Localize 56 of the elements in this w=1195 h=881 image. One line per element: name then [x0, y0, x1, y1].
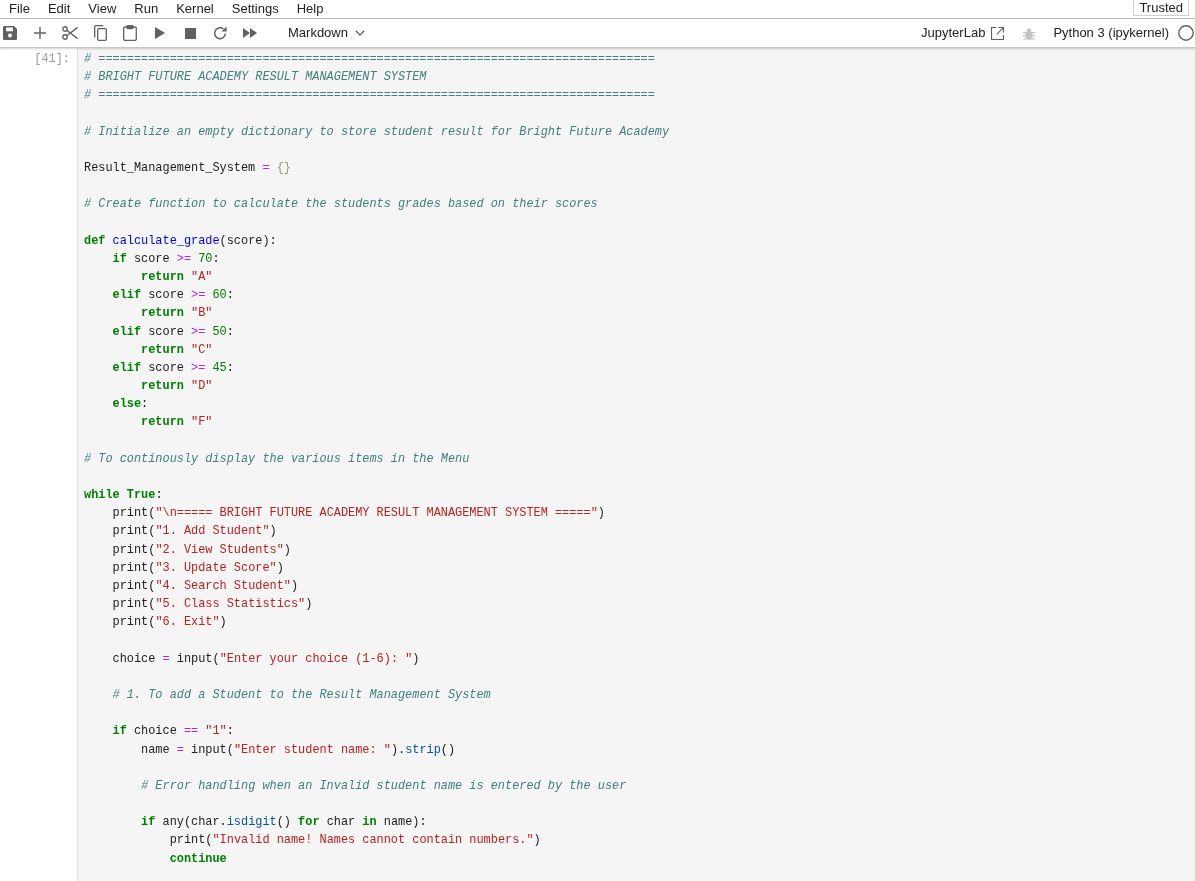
menu-item[interactable]: Help — [287, 0, 333, 17]
code-line: return "F" — [141, 414, 213, 432]
code-line: return "A" — [141, 269, 213, 287]
execution-count: [41]: — [34, 51, 70, 68]
code-line: return "B" — [141, 305, 213, 323]
fast-forward-icon — [243, 28, 257, 38]
code-line: print("5. Class Statistics") — [112, 596, 313, 614]
trusted-indicator[interactable]: Trusted — [1133, 0, 1189, 16]
code-comment: # Initialize an empty dictionary to store student result for Bright Future Academy — [84, 123, 670, 141]
chevron-down-icon — [354, 30, 365, 36]
code-line: print("4. Search Student") — [112, 578, 299, 595]
code-comment: # To continously display the various items in the Menu — [84, 450, 470, 468]
jupyterlab-link[interactable]: JupyterLab — [921, 23, 1005, 43]
menu-item[interactable]: Run — [125, 0, 168, 17]
code-line: continue — [169, 850, 227, 868]
code-line: if choice == "1": — [112, 723, 234, 741]
code-line: print("2. View Students") — [112, 541, 291, 559]
menu-item[interactable]: File — [0, 0, 39, 17]
code-line: else: — [112, 396, 149, 414]
code-comment: # BRIGHT FUTURE ACADEMY RESULT MANAGEMENT SYSTEM — [84, 69, 427, 87]
restart-icon — [213, 26, 227, 40]
code-line: def calculate_grade(score): — [84, 232, 277, 250]
stop-icon — [184, 27, 196, 39]
code-comment: # ============================================================================== — [84, 51, 655, 68]
code-comment: # ============================================================================== — [84, 87, 655, 105]
menu-item[interactable]: Edit — [38, 0, 80, 17]
code-line: print("3. Update Score") — [112, 559, 284, 577]
code-line: print("1. Add Student") — [112, 523, 277, 541]
clipboard-icon — [123, 25, 137, 41]
menu-item[interactable]: View — [79, 0, 126, 17]
code-comment: # Error handling when an Invalid student name is entered by the user — [141, 777, 627, 795]
menu-item[interactable]: Settings — [222, 0, 288, 17]
scissors-icon — [62, 26, 78, 40]
code-line: print("6. Exit") — [112, 614, 227, 632]
code-line: return "D" — [141, 378, 213, 396]
code-line: elif score >= 50: — [112, 323, 234, 341]
code-line: while True: — [84, 487, 163, 505]
code-comment: # 1. To add a Student to the Result Management System — [112, 687, 491, 704]
code-line: print("\n===== BRIGHT FUTURE ACADEMY RESULT MANAGEMENT SYSTEM =====") — [112, 505, 605, 523]
code-line: name = input("Enter student name: ").strip() — [141, 741, 456, 759]
code-line: if score >= 70: — [112, 250, 220, 268]
kernel-name-button[interactable]: Python 3 (ipykernel) — [1053, 23, 1169, 43]
code-line: print("Invalid name! Names cannot contain numbers.") — [169, 832, 541, 850]
code-line: choice = input("Enter your choice (1-6): ") — [112, 650, 420, 668]
code-line: Result_Management_System = {} — [84, 160, 291, 178]
play-icon — [155, 27, 165, 39]
code-line: elif score >= 45: — [112, 359, 234, 377]
code-comment: # Create function to calculate the students grades based on their scores — [84, 196, 598, 214]
code-line: if any(char.isdigit() for char in name): — [141, 814, 427, 832]
external-link-icon — [991, 26, 1005, 40]
copy-icon — [93, 25, 107, 41]
code-line: elif score >= 60: — [112, 287, 234, 305]
menu-item[interactable]: Kernel — [167, 0, 223, 17]
cell-type-dropdown[interactable]: Markdown — [286, 24, 367, 42]
plus-icon — [34, 27, 46, 39]
code-line: return "C" — [141, 341, 213, 359]
